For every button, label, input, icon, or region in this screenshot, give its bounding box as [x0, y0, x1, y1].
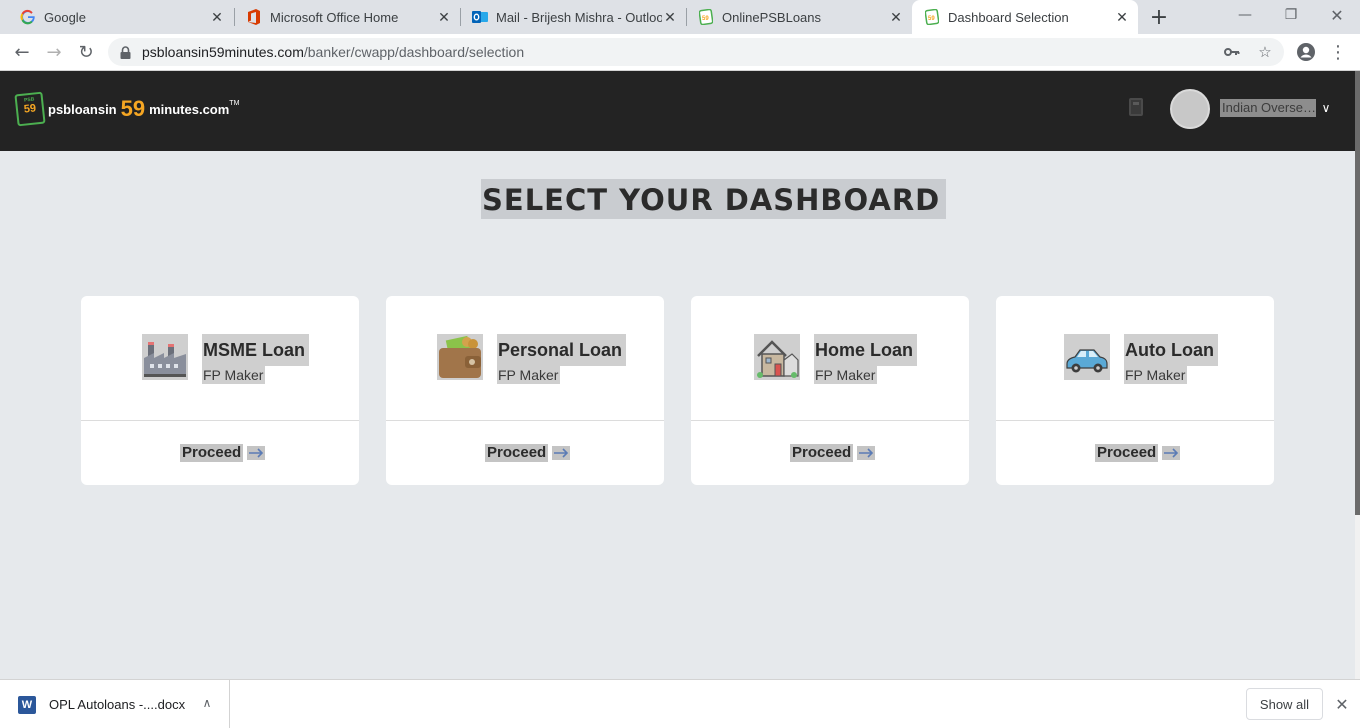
lock-icon — [120, 45, 132, 59]
card-role: FP Maker — [202, 366, 266, 384]
key-icon[interactable] — [1220, 38, 1244, 66]
arrow-right-icon — [1162, 446, 1181, 460]
card-title: Auto Loan — [1124, 334, 1218, 366]
app-header: PSB 59 psbloansin 59 minutes.com TM Indi… — [0, 71, 1355, 151]
card-header: Personal Loan FP Maker — [386, 296, 664, 421]
tab-title: Mail - Brijesh Mishra - Outlook — [496, 9, 662, 25]
site-logo[interactable]: PSB 59 psbloansin 59 minutes.com TM — [14, 91, 240, 127]
tab-title: Microsoft Office Home — [270, 9, 399, 25]
card-header: MSME Loan FP Maker — [81, 296, 359, 421]
address-bar[interactable]: psbloansin59minutes.com/banker/cwapp/das… — [108, 38, 1284, 66]
tab-outlook[interactable]: Mail - Brijesh Mishra - Outlook ✕ — [452, 0, 686, 34]
car-icon — [1064, 334, 1110, 380]
logo-number: 59 — [120, 96, 146, 121]
close-icon[interactable]: ✕ — [662, 9, 678, 25]
card-role: FP Maker — [1124, 366, 1188, 384]
factory-icon — [142, 334, 188, 380]
proceed-label: Proceed — [1095, 444, 1159, 462]
outlook-icon — [472, 9, 488, 25]
download-shelf: W OPL Autoloans -....docx ∧ Show all ✕ — [0, 679, 1360, 728]
page-scrollbar[interactable] — [1355, 71, 1360, 679]
arrow-right-icon — [247, 446, 266, 460]
house-icon — [754, 334, 800, 380]
word-document-icon: W — [18, 695, 36, 714]
avatar[interactable] — [1170, 89, 1210, 129]
logo-badge-caption: PSB — [23, 96, 35, 104]
logo-badge: PSB 59 — [14, 91, 46, 127]
proceed-button[interactable]: Proceed — [1095, 444, 1181, 462]
menu-kebab-icon[interactable]: ⋮ — [1325, 39, 1351, 65]
svg-text:59: 59 — [928, 16, 935, 22]
card-title: Personal Loan — [497, 334, 627, 366]
show-all-button[interactable]: Show all — [1246, 688, 1323, 720]
wallet-icon — [437, 334, 483, 380]
chevron-down-icon[interactable]: ∨ — [1318, 99, 1334, 117]
close-icon[interactable]: ✕ — [436, 9, 452, 25]
proceed-button[interactable]: Proceed — [790, 444, 876, 462]
card-title: Home Loan — [814, 334, 918, 366]
tab-title: OnlinePSBLoans — [722, 9, 822, 25]
proceed-button[interactable]: Proceed — [180, 444, 266, 462]
tab-dashboard-selection[interactable]: 59 Dashboard Selection ✕ — [912, 0, 1138, 34]
google-icon — [20, 9, 36, 25]
minimize-icon[interactable]: — — [1222, 0, 1268, 30]
bookmark-star-icon[interactable]: ☆ — [1253, 38, 1277, 66]
logo-badge-number: 59 — [23, 102, 37, 116]
proceed-button[interactable]: Proceed — [485, 444, 571, 462]
back-icon[interactable]: ← — [9, 39, 35, 65]
psb-icon: 59 — [924, 9, 940, 25]
close-icon[interactable]: ✕ — [1332, 694, 1352, 714]
browser-tab-strip: Google ✕ Microsoft Office Home ✕ Mail - … — [0, 0, 1360, 34]
arrow-right-icon — [857, 446, 876, 460]
tab-onlinepsbloans[interactable]: 59 OnlinePSBLoans ✕ — [678, 0, 912, 34]
page-viewport: PSB 59 psbloansin 59 minutes.com TM Indi… — [0, 71, 1355, 679]
download-filename: OPL Autoloans -....docx — [49, 697, 186, 712]
forward-icon[interactable]: → — [41, 39, 67, 65]
proceed-label: Proceed — [180, 444, 244, 462]
download-item[interactable]: W OPL Autoloans -....docx ∧ — [0, 680, 230, 728]
logo-suffix: minutes.com — [149, 101, 230, 117]
close-icon[interactable]: ✕ — [1114, 9, 1130, 25]
window-close-icon[interactable]: ✕ — [1314, 0, 1360, 30]
scrollbar-thumb[interactable] — [1355, 71, 1360, 515]
arrow-right-icon — [552, 446, 571, 460]
proceed-label: Proceed — [790, 444, 854, 462]
chevron-up-icon[interactable]: ∧ — [198, 694, 216, 712]
reload-icon[interactable]: ↻ — [73, 39, 99, 65]
user-bank-name[interactable]: Indian Overseas Bank — [1220, 99, 1316, 117]
proceed-label: Proceed — [485, 444, 549, 462]
page-title: SELECT YOUR DASHBOARD — [481, 179, 947, 219]
card-title: MSME Loan — [202, 334, 309, 366]
card-role: FP Maker — [497, 366, 561, 384]
url-host: psbloansin59minutes.com — [142, 44, 304, 60]
svg-text:59: 59 — [702, 16, 709, 22]
office-icon — [246, 9, 262, 25]
tab-google[interactable]: Google ✕ — [0, 0, 233, 34]
dashboard-card-personal[interactable]: Personal Loan FP Maker Proceed — [386, 296, 664, 485]
browser-toolbar: ← → ↻ psbloansin59minutes.com/banker/cwa… — [0, 34, 1360, 71]
restore-icon[interactable]: ❐ — [1268, 0, 1314, 30]
tab-title: Google — [44, 9, 86, 25]
tab-office[interactable]: Microsoft Office Home ✕ — [226, 0, 460, 34]
dashboard-card-home[interactable]: Home Loan FP Maker Proceed — [691, 296, 969, 485]
profile-icon[interactable] — [1293, 39, 1319, 65]
card-role: FP Maker — [814, 366, 878, 384]
tab-title: Dashboard Selection — [948, 9, 1069, 25]
dashboard-card-msme[interactable]: MSME Loan FP Maker Proceed — [81, 296, 359, 485]
dashboard-card-auto[interactable]: Auto Loan FP Maker Proceed — [996, 296, 1274, 485]
close-icon[interactable]: ✕ — [209, 9, 225, 25]
psb-icon: 59 — [698, 9, 714, 25]
close-icon[interactable]: ✕ — [888, 9, 904, 25]
card-header: Home Loan FP Maker — [691, 296, 969, 421]
new-tab-button[interactable]: + — [1147, 5, 1171, 30]
card-header: Auto Loan FP Maker — [996, 296, 1274, 421]
logo-prefix: psbloansin — [48, 101, 117, 117]
logo-trademark: TM — [229, 99, 240, 107]
calculator-icon[interactable] — [1129, 98, 1143, 116]
url-path: /banker/cwapp/dashboard/selection — [303, 44, 525, 60]
